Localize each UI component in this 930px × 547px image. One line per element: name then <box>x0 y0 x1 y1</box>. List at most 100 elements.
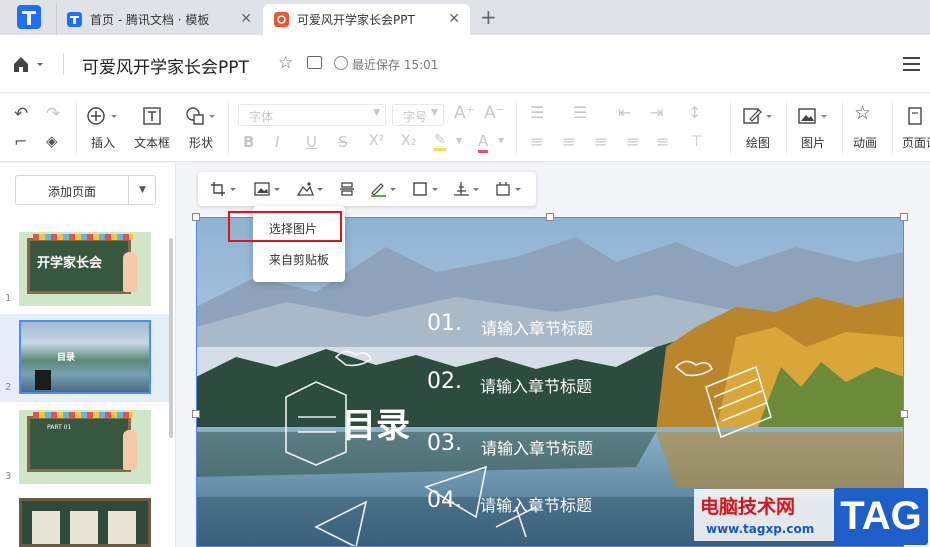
align-icon[interactable] <box>453 181 481 197</box>
distribute-icon[interactable]: ≡ <box>656 132 669 151</box>
font-size-placeholder: 字号 <box>403 110 428 124</box>
bullet-list-icon[interactable]: ☰ <box>530 103 544 122</box>
font-decrease-icon[interactable]: A⁻ <box>484 103 505 123</box>
insert-plus-icon[interactable] <box>86 106 120 126</box>
chevron-down-icon[interactable]: ▼ <box>498 136 504 145</box>
image-icon[interactable] <box>797 106 831 126</box>
new-tab-icon[interactable]: + <box>480 5 497 29</box>
student-figure <box>123 430 137 470</box>
home-icon[interactable] <box>12 55 46 73</box>
card-shape <box>32 511 60 544</box>
align-right-icon[interactable]: ≡ <box>594 132 607 151</box>
textbox-icon[interactable] <box>142 106 162 126</box>
star-icon[interactable]: ☆ <box>278 53 293 73</box>
resize-handle[interactable] <box>900 213 908 221</box>
chevron-down-icon[interactable]: ▼ <box>128 176 156 204</box>
animation-button[interactable]: 动画 <box>853 134 877 151</box>
undo-icon[interactable]: ↶ <box>14 104 28 124</box>
eraser-icon[interactable]: ◈ <box>46 132 58 150</box>
section-title[interactable]: 请输入章节标题 <box>481 435 593 459</box>
border-style-icon[interactable] <box>412 181 440 197</box>
redo-icon[interactable]: ↷ <box>46 104 60 124</box>
add-page-button[interactable]: 添加页面 ▼ <box>15 175 156 205</box>
main-toolbar: ↶ ↷ ⌐ ◈ 插入 文本框 形状 字体 ▼ 字号 ▼ A⁺ A⁻ B I U … <box>0 94 930 162</box>
slide-number: 3 <box>5 471 12 482</box>
thumbnail-scrollbar[interactable] <box>169 238 173 438</box>
outdent-icon[interactable]: ⇤ <box>618 103 631 122</box>
arrange-icon[interactable] <box>495 181 523 197</box>
section-title[interactable]: 请输入章节标题 <box>480 492 592 516</box>
subscript-icon[interactable]: X₂ <box>401 133 416 149</box>
draw-button[interactable]: 绘图 <box>746 134 770 151</box>
line-spacing-icon[interactable]: ↕ <box>688 103 701 122</box>
resize-handle[interactable] <box>900 410 908 418</box>
page-setup-button[interactable]: 页面设 <box>902 134 930 151</box>
image-effects-icon[interactable] <box>297 181 325 197</box>
format-painter-icon[interactable]: ⌐ <box>14 132 27 151</box>
section-number[interactable]: 03. <box>427 431 462 456</box>
textbox-button[interactable]: 文本框 <box>134 134 170 151</box>
image-button[interactable]: 图片 <box>801 134 825 151</box>
slide-title[interactable]: 目录 <box>342 398 410 447</box>
slide-thumbnail-4[interactable] <box>0 497 170 547</box>
shape-button[interactable]: 形状 <box>189 134 213 151</box>
replace-image-icon[interactable] <box>254 181 282 197</box>
font-size-select[interactable]: 字号 ▼ <box>392 104 444 126</box>
border-color-icon[interactable] <box>370 181 398 197</box>
menu-item-from-clipboard[interactable]: 来自剪贴板 <box>269 251 329 268</box>
saved-check-icon <box>334 56 348 70</box>
crop-icon[interactable] <box>210 181 238 197</box>
vertical-align-icon[interactable]: ⊤ <box>690 132 703 150</box>
page-title[interactable]: 可爱风开学家长会PPT <box>82 53 249 78</box>
save-status: 最近保存 15:01 <box>352 58 439 72</box>
section-number[interactable]: 02. <box>427 369 462 394</box>
slide-thumbnail-3[interactable]: 3 PART 01 <box>0 409 170 489</box>
section-number[interactable]: 01. <box>427 311 462 336</box>
superscript-icon[interactable]: X² <box>369 133 384 149</box>
strikethrough-icon[interactable]: S <box>338 133 348 151</box>
animation-star-icon[interactable]: ☆ <box>854 102 871 124</box>
camera-shape <box>35 370 51 390</box>
slide-thumbnail-1[interactable]: 1 开学家长会 <box>0 231 170 311</box>
tab-home[interactable]: 首页 - 腾讯文档 · 模板 ✕ <box>56 4 262 35</box>
section-title[interactable]: 请输入章节标题 <box>480 373 592 397</box>
section-number[interactable]: 04. <box>427 488 462 513</box>
flip-icon[interactable] <box>338 181 356 197</box>
shape-icon[interactable] <box>185 106 219 126</box>
chevron-down-icon: ▼ <box>373 108 380 118</box>
menu-icon[interactable] <box>903 57 920 71</box>
resize-handle[interactable] <box>192 213 200 221</box>
bunting-decoration <box>33 234 133 240</box>
align-center-icon[interactable]: ≡ <box>562 132 575 151</box>
slide-thumbnail-2[interactable]: 2 目录 <box>0 314 170 402</box>
slide-number: 1 <box>5 293 12 304</box>
draw-icon[interactable] <box>742 106 774 126</box>
insert-button[interactable]: 插入 <box>91 134 115 151</box>
indent-icon[interactable]: ⇥ <box>650 103 663 122</box>
card-shape <box>70 511 98 544</box>
underline-icon[interactable]: U <box>306 133 317 151</box>
resize-handle[interactable] <box>192 410 200 418</box>
thumbnail-title: 目录 <box>57 353 76 363</box>
bold-icon[interactable]: B <box>243 133 254 151</box>
move-to-folder-icon[interactable] <box>307 56 322 69</box>
resize-handle[interactable] <box>546 213 554 221</box>
font-color-icon[interactable]: A <box>478 132 489 153</box>
chevron-down-icon[interactable]: ▼ <box>456 136 462 145</box>
close-icon[interactable]: ✕ <box>448 11 460 27</box>
section-title[interactable]: 请输入章节标题 <box>481 315 593 339</box>
divider <box>76 102 77 154</box>
tencent-docs-logo[interactable] <box>16 4 42 30</box>
justify-icon[interactable]: ≡ <box>626 132 639 151</box>
numbered-list-icon[interactable]: ☰ <box>573 103 587 122</box>
page-setup-icon[interactable] <box>906 106 924 126</box>
tab-ppt[interactable]: 可爱风开学家长会PPT ✕ <box>263 4 470 35</box>
font-family-select[interactable]: 字体 ▼ <box>238 104 386 126</box>
close-icon[interactable]: ✕ <box>240 11 252 27</box>
highlight-icon[interactable]: ✎ <box>434 132 446 151</box>
align-left-icon[interactable]: ≡ <box>530 132 543 151</box>
italic-icon[interactable]: I <box>275 133 279 151</box>
font-increase-icon[interactable]: A⁺ <box>454 103 475 123</box>
watermark-site-name: 电脑技术网 <box>700 496 796 518</box>
watermark-url: www.tagxp.com <box>706 522 815 536</box>
